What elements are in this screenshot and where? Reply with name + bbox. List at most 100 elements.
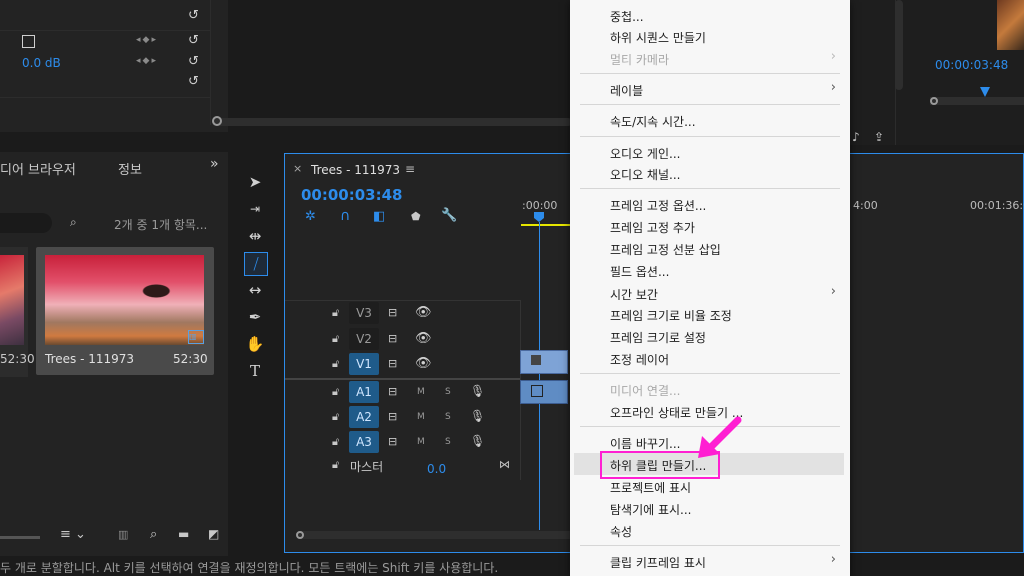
selection-tool-icon[interactable]: ➤ xyxy=(244,171,266,193)
menu-item-5[interactable]: 오디오 게인... xyxy=(610,145,680,162)
go-to-in-out-icon[interactable]: ⋈ xyxy=(499,458,510,471)
close-tab-icon[interactable]: × xyxy=(293,162,302,175)
keyframe-icon[interactable]: ◂◆▸ xyxy=(136,35,158,45)
track-target-a2[interactable]: A2 xyxy=(349,406,379,428)
clip-thumbnail-partial[interactable]: 52:30 xyxy=(0,247,35,377)
track-target-v1[interactable]: V1 xyxy=(349,353,379,375)
program-timecode[interactable]: 00:00:03:48 xyxy=(935,58,1008,72)
new-item-icon[interactable]: ◩ xyxy=(208,527,219,541)
clip-thumbnail-selected[interactable]: Trees - 111973 52:30 ▥ xyxy=(36,247,214,375)
sync-lock-icon[interactable]: ⊟ xyxy=(388,357,397,370)
effect-controls-scrollbar[interactable] xyxy=(212,116,572,126)
tab-media-browser[interactable]: 디어 브라우저 xyxy=(0,159,76,178)
menu-item-9[interactable]: 프레임 고정 선분 삽입 xyxy=(610,241,721,258)
reset-icon[interactable]: ↺ xyxy=(188,54,199,69)
find-icon[interactable]: ⌕ xyxy=(70,215,77,230)
menu-item-8[interactable]: 프레임 고정 추가 xyxy=(610,219,695,236)
program-scrubber[interactable] xyxy=(930,87,1024,105)
menu-item-20[interactable]: 탐색기에 표시... xyxy=(610,501,692,518)
mute-button[interactable]: M xyxy=(417,412,425,422)
menu-item-3[interactable]: 레이블 xyxy=(610,82,643,99)
menu-item-14[interactable]: 조정 레이어 xyxy=(610,351,669,368)
lock-icon[interactable]: 🔓︎ xyxy=(332,332,339,346)
work-area-bar[interactable] xyxy=(521,224,571,226)
microphone-icon[interactable]: 🎙︎ xyxy=(470,384,485,398)
volume-level-value[interactable]: 0.0 dB xyxy=(22,56,61,70)
arrow-annotation-icon xyxy=(698,416,742,458)
menu-item-1[interactable]: 하위 시퀀스 만들기 xyxy=(610,29,706,46)
panel-overflow-icon[interactable]: » xyxy=(210,156,219,172)
menu-item-4[interactable]: 속도/지속 시간... xyxy=(610,113,696,130)
audio-icon[interactable]: ♪ xyxy=(852,130,860,144)
ripple-edit-tool-icon[interactable]: ⇹ xyxy=(244,225,266,247)
track-target-v2[interactable]: V2 xyxy=(349,328,379,350)
snap-icon[interactable]: ∩ xyxy=(340,208,350,224)
eye-icon[interactable]: 👁︎ xyxy=(415,331,432,346)
track-target-a1[interactable]: A1 xyxy=(349,381,379,403)
razor-tool-icon[interactable]: ⧸ xyxy=(244,252,268,276)
search-input[interactable] xyxy=(0,213,52,233)
lock-icon[interactable]: 🔓︎ xyxy=(332,435,339,449)
timeline-scrollbar[interactable] xyxy=(296,531,576,539)
a1-clip[interactable] xyxy=(520,380,568,404)
mute-button[interactable]: M xyxy=(417,387,425,397)
wrench-icon[interactable]: 🔧 xyxy=(441,208,457,223)
list-view-icon[interactable]: ≡ ⌄ xyxy=(60,527,86,542)
menu-item-6[interactable]: 오디오 채널... xyxy=(610,166,680,183)
solo-button[interactable]: S xyxy=(445,412,451,422)
menu-item-7[interactable]: 프레임 고정 옵션... xyxy=(610,197,706,214)
reset-icon[interactable]: ↺ xyxy=(188,8,199,23)
menu-item-22[interactable]: 클립 키프레임 표시 xyxy=(610,554,706,571)
menu-item-19[interactable]: 프로젝트에 표시 xyxy=(610,479,691,496)
menu-item-12[interactable]: 프레임 크기로 비율 조정 xyxy=(610,307,732,324)
lock-icon[interactable]: 🔓︎ xyxy=(332,458,339,472)
export-frame-icon[interactable]: ⇪ xyxy=(874,130,884,144)
sync-lock-icon[interactable]: ⊟ xyxy=(388,306,397,319)
timeline-timecode[interactable]: 00:00:03:48 xyxy=(301,186,403,204)
menu-item-0[interactable]: 중첩... xyxy=(610,8,644,25)
pen-tool-icon[interactable]: ✒ xyxy=(244,306,266,328)
microphone-icon[interactable]: 🎙︎ xyxy=(470,434,485,448)
lock-icon[interactable]: 🔓︎ xyxy=(332,410,339,424)
tab-menu-icon[interactable]: ≡ xyxy=(405,162,415,176)
eye-icon[interactable]: 👁︎ xyxy=(415,356,432,371)
sync-lock-icon[interactable]: ⊟ xyxy=(388,410,397,423)
v1-clip[interactable] xyxy=(520,350,568,374)
solo-button[interactable]: S xyxy=(445,437,451,447)
master-volume[interactable]: 0.0 xyxy=(427,462,446,476)
keyframe-icon[interactable]: ◂◆▸ xyxy=(136,56,158,66)
menu-item-17[interactable]: 이름 바꾸기... xyxy=(610,435,680,452)
track-target-v3[interactable]: V3 xyxy=(349,302,379,324)
track-target-a3[interactable]: A3 xyxy=(349,431,379,453)
freeform-view-icon[interactable]: ▥ xyxy=(118,528,128,541)
linked-icon[interactable]: ◧ xyxy=(373,209,385,224)
menu-item-21[interactable]: 속성 xyxy=(610,523,632,540)
menu-item-10[interactable]: 필드 옵션... xyxy=(610,263,669,280)
tab-info[interactable]: 정보 xyxy=(118,159,142,178)
menu-item-13[interactable]: 프레임 크기로 설정 xyxy=(610,329,706,346)
microphone-icon[interactable]: 🎙︎ xyxy=(470,409,485,423)
mute-button[interactable]: M xyxy=(417,437,425,447)
eye-icon[interactable]: 👁︎ xyxy=(415,305,432,320)
slip-tool-icon[interactable]: ↔ xyxy=(244,279,266,301)
folder-icon[interactable]: ▬ xyxy=(178,527,189,541)
lock-icon[interactable]: 🔓︎ xyxy=(332,385,339,399)
lock-icon[interactable]: 🔓︎ xyxy=(332,306,339,320)
lock-icon[interactable]: 🔓︎ xyxy=(332,357,339,371)
reset-icon[interactable]: ↺ xyxy=(188,74,199,89)
solo-button[interactable]: S xyxy=(445,387,451,397)
marker-icon[interactable]: ⬟ xyxy=(411,210,421,223)
type-tool-icon[interactable]: T xyxy=(244,360,266,382)
search-icon[interactable]: ⌕ xyxy=(150,527,157,542)
reset-icon[interactable]: ↺ xyxy=(188,33,199,48)
sync-lock-icon[interactable]: ⊟ xyxy=(388,332,397,345)
track-select-tool-icon[interactable]: ⇥ xyxy=(244,198,266,220)
menu-item-11[interactable]: 시간 보간 xyxy=(610,286,658,303)
sync-lock-icon[interactable]: ⊟ xyxy=(388,435,397,448)
sync-lock-icon[interactable]: ⊟ xyxy=(388,385,397,398)
playhead[interactable] xyxy=(534,212,544,222)
sequence-tab[interactable]: Trees - 111973 xyxy=(311,163,400,177)
hand-tool-icon[interactable]: ✋ xyxy=(244,333,266,355)
bypass-checkbox[interactable] xyxy=(22,35,35,48)
nest-icon[interactable]: ✲ xyxy=(305,209,316,224)
